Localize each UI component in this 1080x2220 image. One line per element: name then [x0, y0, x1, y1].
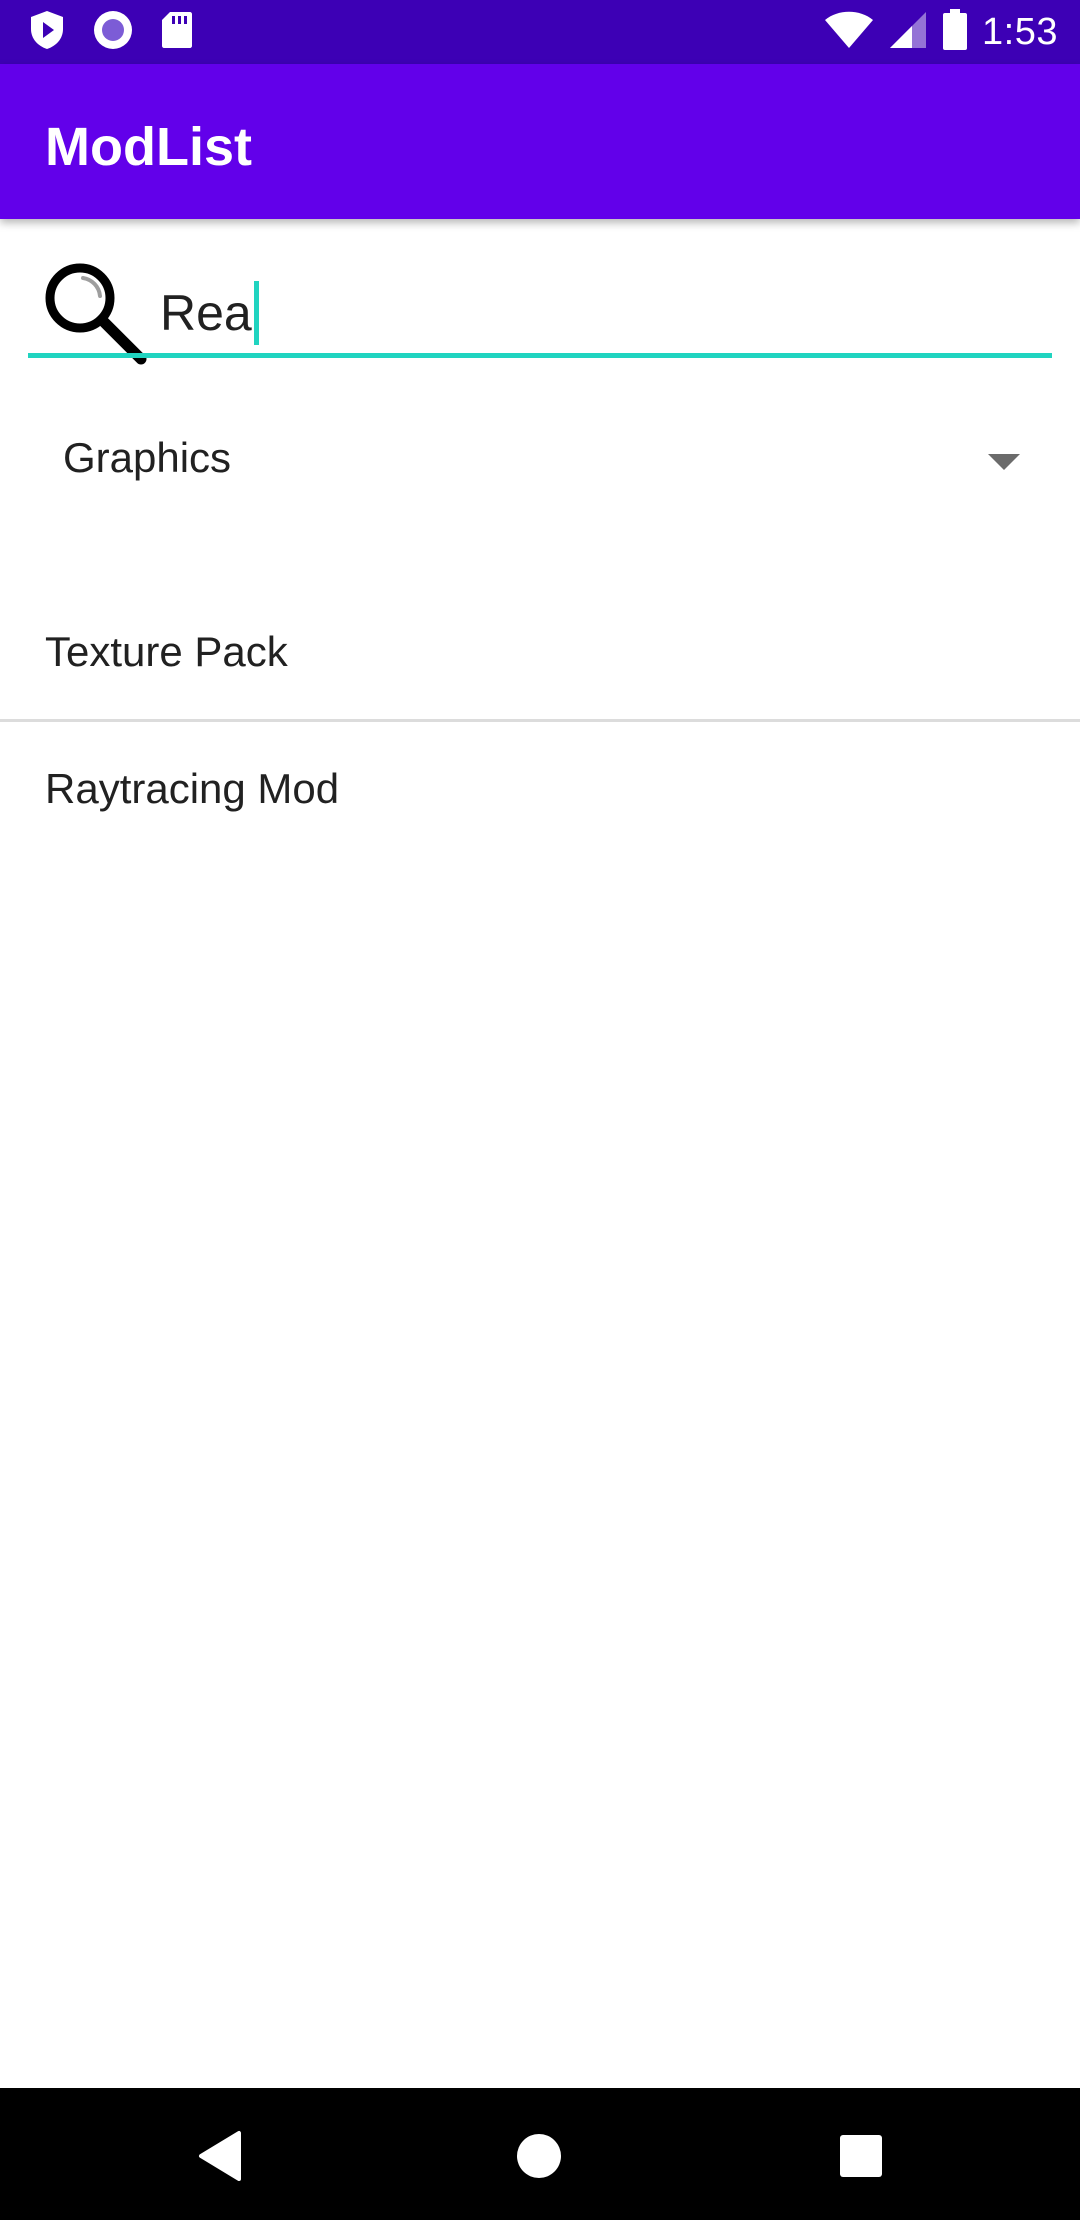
status-bar: 1:53: [0, 0, 1080, 64]
app-bar: ModList: [0, 64, 1080, 219]
sd-card-icon: [160, 10, 194, 55]
list-item-label: Texture Pack: [45, 628, 288, 675]
wifi-icon: [824, 10, 874, 55]
status-time: 1:53: [982, 10, 1058, 53]
text-cursor: [253, 281, 259, 345]
record-circle-icon: [92, 9, 134, 56]
list-item[interactable]: Texture Pack: [0, 585, 1080, 719]
list-item-label: Raytracing Mod: [45, 765, 340, 812]
list-item[interactable]: Raytracing Mod: [0, 722, 1080, 856]
mod-list: Texture Pack Raytracing Mod: [0, 585, 1080, 856]
battery-icon: [942, 8, 968, 56]
cell-signal-icon: [888, 10, 928, 55]
category-spinner-value: Graphics: [63, 434, 232, 481]
search-input-text: Rea: [160, 285, 252, 341]
category-spinner[interactable]: Graphics: [28, 410, 1028, 510]
nav-bar: [0, 2088, 1080, 2220]
back-icon[interactable]: [190, 2126, 250, 2186]
status-icons-left: [28, 10, 194, 54]
search-input[interactable]: Rea: [160, 278, 259, 348]
status-icons-right: 1:53: [824, 8, 1058, 56]
dropdown-arrow-icon: [988, 454, 1020, 470]
shield-play-icon: [28, 9, 66, 56]
app-title: ModList: [45, 117, 252, 177]
search-field[interactable]: Rea: [28, 250, 1052, 365]
home-icon[interactable]: [509, 2126, 569, 2186]
search-underline: [28, 353, 1052, 358]
screen: 1:53 ModList Rea Graphics Texture Pack R…: [0, 0, 1080, 2220]
recents-icon[interactable]: [831, 2126, 891, 2186]
